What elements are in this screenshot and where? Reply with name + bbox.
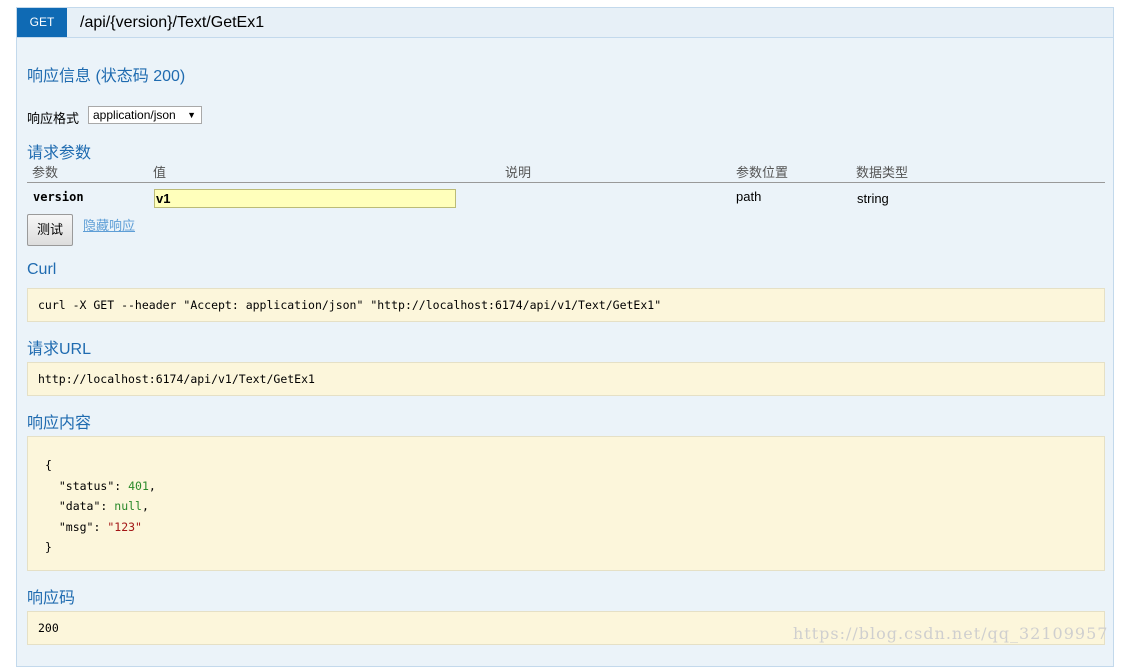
json-close-brace: } [45,540,52,554]
response-format-select[interactable]: application/json ▼ [88,106,202,124]
json-value-status: 401 [128,478,149,493]
json-key-status: "status" [58,478,115,493]
param-header-value: 值 [153,165,167,180]
response-format-label: 响应格式 [27,111,80,126]
json-comma: , [141,499,149,513]
param-header-type: 数据类型 [856,165,909,180]
response-json: { "status": 401, "data": null, "msg": "1… [45,458,156,554]
response-body-block[interactable]: { "status": 401, "data": null, "msg": "1… [27,436,1105,571]
operation-panel: GET /api/{version}/Text/GetEx1 响应信息 (状态码… [16,7,1114,667]
endpoint-path[interactable]: /api/{version}/Text/GetEx1 [80,8,264,37]
response-body-heading: 响应内容 [27,415,92,432]
parameters-heading: 请求参数 [27,145,92,162]
curl-command: curl -X GET --header "Accept: applicatio… [38,298,662,312]
param-type: string [857,191,889,206]
json-comma: , [148,478,156,493]
param-header-name: 参数 [32,165,59,180]
json-key-data: "data" [58,499,101,513]
response-code-value: 200 [38,621,59,635]
http-method-badge[interactable]: GET [17,8,67,37]
response-info-heading: 响应信息 (状态码 200) [27,68,186,85]
hide-response-link[interactable]: 隐藏响应 [83,215,135,234]
param-header-description: 说明 [505,165,532,180]
json-value-msg: "123" [107,519,142,534]
response-code-heading: 响应码 [27,590,76,607]
request-url-block[interactable]: http://localhost:6174/api/v1/Text/GetEx1 [27,362,1105,396]
try-it-button[interactable]: 测试 [27,214,73,246]
request-url-heading: 请求URL [27,341,92,358]
watermark-text: https://blog.csdn.net/qq_32109957 [793,624,1109,643]
param-name-version: version [33,190,84,204]
curl-block[interactable]: curl -X GET --header "Accept: applicatio… [27,288,1105,322]
json-open-brace: { [45,458,52,472]
param-header-divider [27,182,1105,183]
param-value-input[interactable]: v1 [154,189,456,208]
json-value-data: null [114,499,142,513]
dropdown-arrow-icon: ▼ [187,110,196,120]
curl-heading: Curl [27,261,57,278]
response-format-value: application/json [93,108,176,122]
param-header-location: 参数位置 [736,165,789,180]
operation-header[interactable]: GET /api/{version}/Text/GetEx1 [17,8,1113,38]
json-key-msg: "msg" [58,519,94,534]
param-location: path [736,189,762,204]
request-url-value: http://localhost:6174/api/v1/Text/GetEx1 [38,372,315,386]
